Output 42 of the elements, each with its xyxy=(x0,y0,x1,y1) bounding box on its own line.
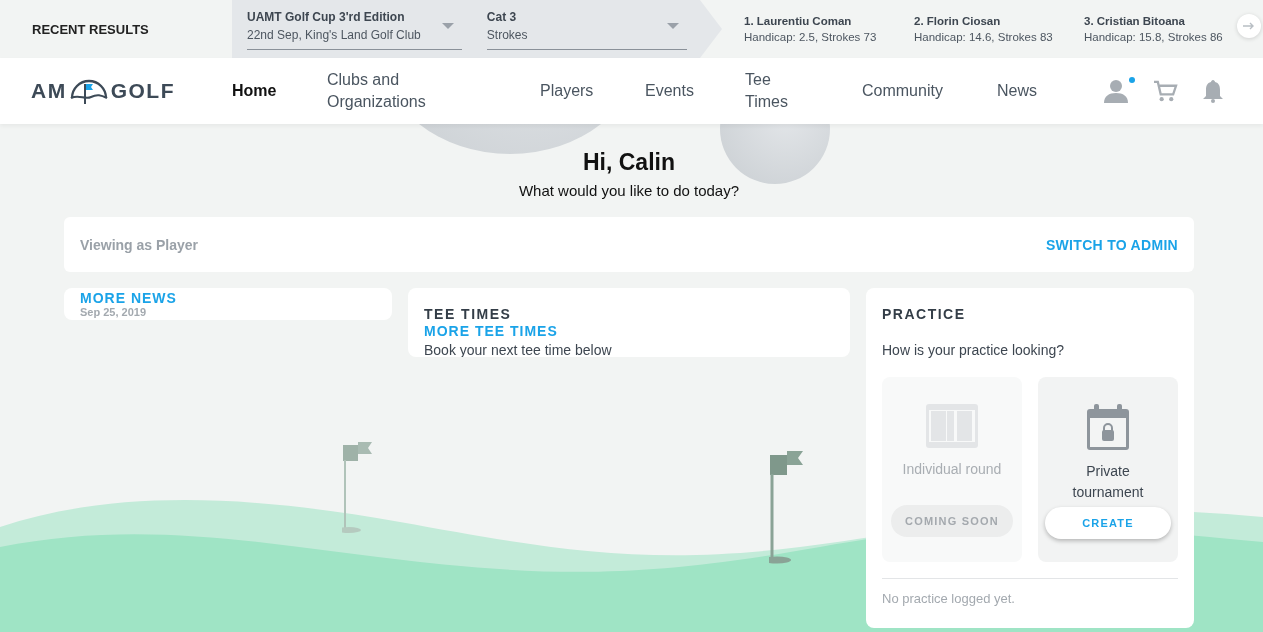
nav-link[interactable]: Players xyxy=(540,80,594,102)
recent-results-label: RECENT RESULTS xyxy=(31,20,150,39)
nav-link[interactable]: Community xyxy=(862,80,943,102)
nav-link[interactable]: News xyxy=(997,80,1037,102)
empty-state-text: No practice logged yet. xyxy=(882,578,1178,606)
result-name: 2. Florin Ciosan xyxy=(914,15,1002,27)
card-title: TEE TIMES xyxy=(424,306,513,322)
bell-icon[interactable] xyxy=(1202,79,1224,103)
result-detail: Handicap: 2.5, Strokes 73 xyxy=(744,31,878,43)
nav-link[interactable]: Clubs and Organizations xyxy=(327,69,447,113)
result-name: 3. Cristian Bitoana xyxy=(1084,15,1186,27)
greeting-title: Hi, Calin xyxy=(583,148,675,176)
logo[interactable]: AM GOLF xyxy=(31,76,232,106)
calendar-lock-icon xyxy=(1086,403,1130,451)
logo-text: GOLF xyxy=(110,79,175,103)
nav-link[interactable]: Events xyxy=(645,80,694,102)
card-text: Book your next tee time below xyxy=(424,342,613,357)
result-detail: Handicap: 14.6, Strokes 83 xyxy=(914,31,1054,43)
nav-link[interactable]: Tee Times xyxy=(745,69,795,113)
dropdown-select[interactable]: UAMT Golf Cup 3'rd Edition 22nd Sep, King's Land Golf Club xyxy=(247,8,462,50)
news-date: Sep 25, 2019 xyxy=(80,306,148,318)
greeting-subtitle: What would you like to do today? xyxy=(518,182,740,199)
viewing-as-text: Viewing as Player xyxy=(80,236,199,253)
logo-text: AM xyxy=(31,79,67,103)
select-title: Cat 3 xyxy=(486,9,518,24)
option-label: Individual round xyxy=(901,460,1003,479)
next-button[interactable] xyxy=(1237,14,1261,38)
card-title: PRACTICE xyxy=(882,306,967,322)
select-title: UAMT Golf Cup 3'rd Edition xyxy=(247,9,406,24)
result-detail: Handicap: 15.8, Strokes 86 xyxy=(1084,31,1224,43)
nav-link[interactable]: Home xyxy=(232,80,277,102)
select-subtitle: Strokes xyxy=(486,27,528,42)
caret-icon xyxy=(441,22,454,29)
caret-icon xyxy=(667,22,679,29)
practice-question: How is your practice looking? xyxy=(882,342,1066,358)
select-subtitle: 22nd Sep, King's Land Golf Club xyxy=(247,27,421,42)
cart-icon[interactable] xyxy=(1153,79,1178,103)
user-icon[interactable] xyxy=(1103,79,1129,103)
dropdown-select[interactable]: Cat 3 Strokes xyxy=(486,8,687,50)
option-label: Private tournament xyxy=(1071,462,1145,502)
result-name: 1. Laurentiu Coman xyxy=(744,15,853,27)
arrow-right-icon xyxy=(1243,22,1255,30)
